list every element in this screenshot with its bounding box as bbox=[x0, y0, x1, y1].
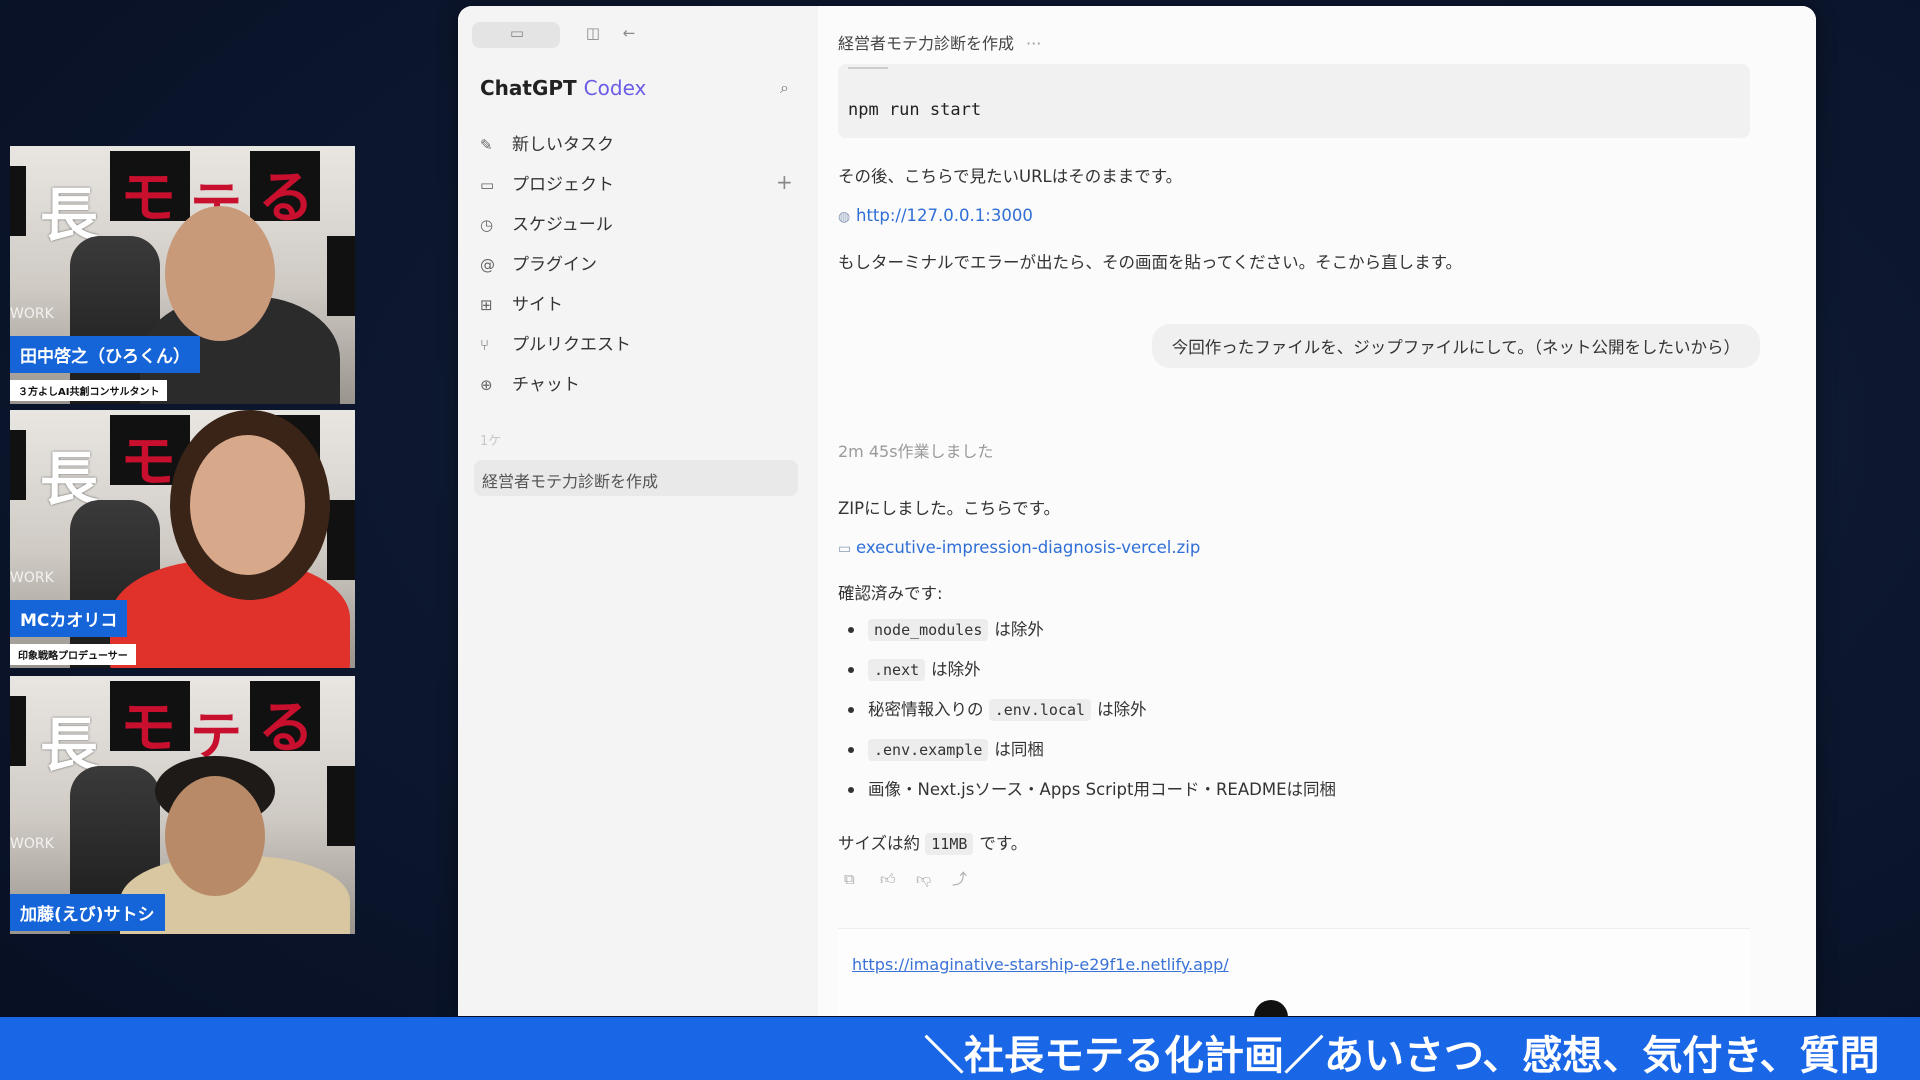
list-item: .env.example は同梱 bbox=[846, 734, 1336, 774]
participant-title: 印象戦略プロデューサー bbox=[10, 644, 136, 665]
at-icon: @ bbox=[480, 256, 495, 274]
backdrop-work-text: WORK bbox=[10, 306, 54, 322]
ticker-text: ＼社長モテる化計画／あいさつ、感想、気付き、質問 bbox=[924, 1033, 1880, 1079]
video-tile-2: 長 モ る WORK MCカオリコ 印象戦略プロデューサー bbox=[10, 410, 355, 668]
work-duration[interactable]: 2m 45s作業しました bbox=[838, 438, 994, 462]
zip-file-link[interactable]: ▭ executive-impression-diagnosis-vercel.z… bbox=[838, 538, 1200, 557]
copy-icon[interactable]: ⧉ bbox=[844, 870, 880, 888]
backdrop-box: る bbox=[250, 681, 320, 761]
code-text: npm run start bbox=[848, 100, 982, 120]
sidebar-item-plugins[interactable]: @ プラグイン bbox=[480, 250, 597, 275]
backdrop-bar bbox=[327, 236, 355, 316]
plus-circle-icon: ⊕ bbox=[480, 376, 493, 394]
participant-head bbox=[165, 776, 265, 896]
participant-title: ３方よしAI共創コンサルタント bbox=[10, 380, 168, 401]
backdrop-box: モ bbox=[110, 681, 190, 761]
codex-app-window: ▭ ◫ ← ChatGPT Codex ⌕ ✎ 新しいタスク ▭ プロジェクト + … bbox=[458, 6, 1816, 1016]
backdrop-box: る bbox=[250, 151, 320, 231]
edit-icon: ✎ bbox=[480, 136, 493, 154]
list-item: node_modules は除外 bbox=[846, 614, 1336, 654]
assistant-text: その後、こちらで見たいURLはそのままです。 bbox=[838, 167, 1183, 186]
participant-head bbox=[165, 206, 275, 341]
participant-head bbox=[190, 435, 305, 575]
backdrop-work-text: WORK bbox=[10, 570, 54, 586]
sidebar-item-new-task[interactable]: ✎ 新しいタスク bbox=[480, 130, 614, 155]
sidebar-item-projects[interactable]: ▭ プロジェクト bbox=[480, 170, 614, 195]
backdrop-work-text: WORK bbox=[10, 836, 54, 852]
folder-icon: ▭ bbox=[480, 176, 495, 194]
backdrop-box: モ bbox=[110, 151, 190, 231]
thumbs-down-icon[interactable]: 👎︎ bbox=[916, 870, 952, 889]
code-block: npm run start bbox=[838, 64, 1750, 138]
list-item: 秘密情報入りの .env.local は除外 bbox=[846, 694, 1336, 734]
list-item: 画像・Next.jsソース・Apps Script用コード・READMEは同梱 bbox=[846, 774, 1336, 814]
app-brand: ChatGPT Codex bbox=[480, 76, 647, 100]
composer-link-text[interactable]: https://imaginative-starship-e29f1e.netl… bbox=[852, 955, 1229, 974]
pull-request-icon: ⑂ bbox=[480, 336, 490, 354]
share-icon[interactable]: ⤴ bbox=[952, 868, 988, 889]
video-tile-3: 長 モ テ る WORK 加藤(えび)サトシ bbox=[10, 676, 355, 934]
list-item: .next は除外 bbox=[846, 654, 1336, 694]
sidebar-item-pull-requests[interactable]: ⑂ プルリクエスト bbox=[480, 330, 631, 355]
add-project-plus-icon[interactable]: + bbox=[776, 170, 793, 194]
sidebar-task-active[interactable]: 経営者モテ力診断を作成 bbox=[474, 460, 798, 496]
video-tile-1: 長 モ テ る WORK 田中啓之（ひろくん） ３方よしAI共創コンサルタント bbox=[10, 146, 355, 404]
backdrop-bar bbox=[10, 430, 26, 500]
backdrop-bar bbox=[327, 500, 355, 580]
assistant-text: サイズは約 11MB です。 bbox=[838, 833, 1028, 855]
participant-name: MCカオリコ bbox=[10, 600, 128, 637]
participant-name: 加藤(えび)サトシ bbox=[10, 894, 165, 931]
folder-icon: ▭ bbox=[838, 541, 852, 557]
back-arrow-icon[interactable]: ← bbox=[618, 24, 640, 42]
backdrop-bar bbox=[10, 166, 26, 236]
localhost-link[interactable]: ◍ http://127.0.0.1:3000 bbox=[838, 206, 1033, 225]
section-label: 1ケ bbox=[480, 434, 502, 449]
more-menu-icon[interactable]: ··· bbox=[1026, 34, 1041, 53]
sidebar-toggle-icon[interactable]: ◫ bbox=[582, 24, 604, 42]
conversation-pane: 経営者モテ力診断を作成··· ⇌ ◰ npm run start その後、こちら… bbox=[818, 6, 1816, 1016]
sidebar-item-sites[interactable]: ⊞ サイト bbox=[480, 290, 563, 315]
sidebar: ▭ ◫ ← ChatGPT Codex ⌕ ✎ 新しいタスク ▭ プロジェクト + … bbox=[458, 6, 819, 1016]
inbox-icon[interactable]: ▭ bbox=[506, 24, 528, 42]
search-icon[interactable]: ⌕ bbox=[780, 78, 800, 98]
globe-icon: ◍ bbox=[838, 209, 851, 225]
assistant-text: もしターミナルでエラーが出たら、その画面を貼ってください。そこから直します。 bbox=[838, 253, 1463, 272]
participant-name: 田中啓之（ひろくん） bbox=[10, 336, 200, 373]
thumbs-up-icon[interactable]: 👍︎ bbox=[880, 870, 916, 889]
message-actions: ⧉ 👍︎ 👎︎ ⤴ bbox=[844, 868, 988, 889]
sidebar-item-chat[interactable]: ⊕ チャット bbox=[480, 370, 580, 395]
backdrop-bar bbox=[10, 696, 26, 766]
conversation-title: 経営者モテ力診断を作成 ··· bbox=[838, 34, 1042, 53]
sidebar-item-schedule[interactable]: ◷ スケジュール bbox=[480, 210, 613, 235]
clock-icon: ◷ bbox=[480, 216, 494, 234]
assistant-text: 確認済みです: bbox=[838, 584, 943, 603]
grid-icon: ⊞ bbox=[480, 296, 493, 314]
user-message: 今回作ったファイルを、ジップファイルにして。（ネット公開をしたいから） bbox=[1151, 324, 1760, 368]
assistant-text: ZIPにしました。こちらです。 bbox=[838, 499, 1060, 518]
backdrop-bar bbox=[327, 766, 355, 846]
bullet-list: node_modules は除外 .next は除外 秘密情報入りの .env.lo… bbox=[846, 614, 1336, 814]
composer-input[interactable]: https://imaginative-starship-e29f1e.netl… bbox=[838, 928, 1750, 1016]
ticker-banner: ＼社長モテる化計画／あいさつ、感想、気付き、質問 bbox=[0, 1017, 1920, 1080]
